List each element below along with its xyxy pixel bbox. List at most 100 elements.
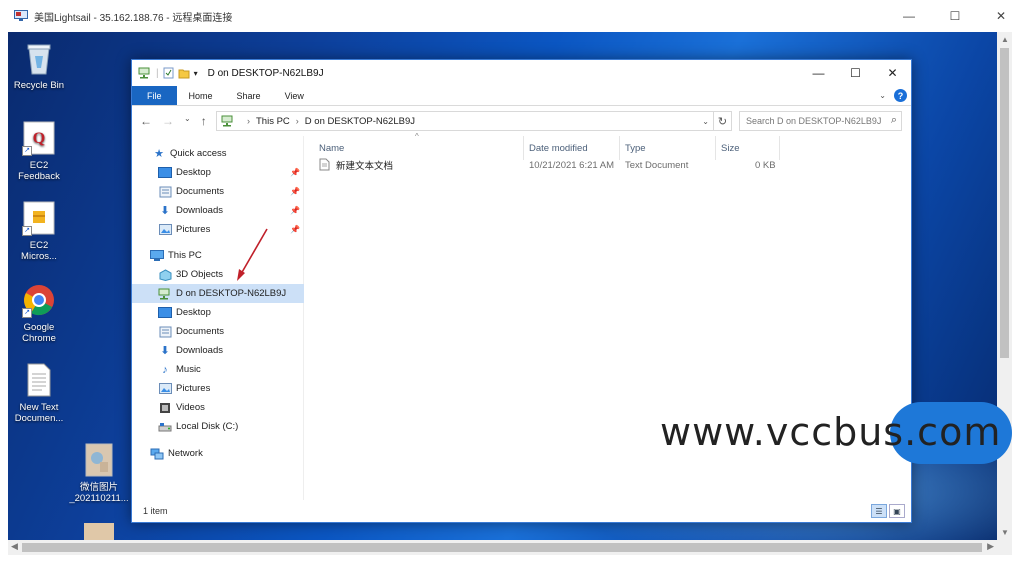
breadcrumb-chevron-icon[interactable]: › xyxy=(296,116,299,126)
rdp-maximize-button[interactable]: ☐ xyxy=(932,0,978,32)
forward-arrow-icon[interactable]: → xyxy=(162,114,174,128)
up-arrow-icon[interactable]: ↑ xyxy=(201,114,207,128)
desktop-icon-label: Recycle Bin xyxy=(13,80,65,91)
desktop-icon-partial[interactable] xyxy=(84,523,114,540)
local-disk-icon xyxy=(158,421,172,433)
nav-label: Documents xyxy=(176,326,225,337)
large-icons-view-icon: ▣ xyxy=(893,506,901,516)
nav-d-on-desktop[interactable]: D on DESKTOP-N62LB9J xyxy=(132,284,304,303)
pin-icon[interactable]: 📌 xyxy=(290,206,300,215)
nav-music[interactable]: ♪ Music xyxy=(132,360,304,379)
desktop-icon-label: 微信图片 xyxy=(79,482,118,493)
explorer-window-title: D on DESKTOP-N62LB9J xyxy=(207,67,324,79)
scroll-left-icon[interactable]: ◀ xyxy=(11,541,18,552)
pin-icon[interactable]: 📌 xyxy=(290,187,300,196)
rdp-minimize-button[interactable]: — xyxy=(886,0,932,32)
explorer-minimize-button[interactable]: — xyxy=(800,60,837,86)
desktop-icon-ec2-feedback[interactable]: Q ↗ EC2 Feedback xyxy=(8,120,70,182)
breadcrumb-chevron-icon[interactable]: › xyxy=(247,116,250,126)
pictures-folder-icon xyxy=(158,224,172,236)
nav-3d-objects[interactable]: 3D Objects xyxy=(132,265,304,284)
nav-label: Pictures xyxy=(176,224,211,235)
qat-dropdown-icon[interactable]: ▾ xyxy=(194,69,198,78)
scroll-down-icon[interactable]: ▼ xyxy=(1001,528,1009,537)
scrollbar-thumb[interactable] xyxy=(22,543,982,552)
nav-quick-pictures[interactable]: Pictures 📌 xyxy=(132,220,304,239)
rdp-horizontal-scrollbar[interactable]: ◀ ▶ xyxy=(8,540,997,555)
nav-label: Downloads xyxy=(176,345,223,356)
rdp-titlebar: 美国Lightsail - 35.162.188.76 - 远程桌面连接 — ☐… xyxy=(0,0,1024,32)
quick-access-toolbar: | ▾ xyxy=(138,67,198,79)
details-view-button[interactable]: ☰ xyxy=(871,504,887,518)
videos-icon xyxy=(158,402,172,414)
nav-this-pc[interactable]: This PC xyxy=(132,246,304,265)
explorer-close-button[interactable]: ✕ xyxy=(874,60,911,86)
refresh-icon: ↻ xyxy=(717,115,728,128)
address-row: ← → ⌄ ↑ › This PC › D on DESKTOP-N62LB9J… xyxy=(132,106,911,136)
rdp-vertical-scrollbar[interactable]: ▲ ▼ xyxy=(997,32,1012,540)
nav-local-disk-c[interactable]: Local Disk (C:) xyxy=(132,417,304,436)
breadcrumb-current[interactable]: D on DESKTOP-N62LB9J xyxy=(305,116,415,127)
scrollbar-thumb[interactable] xyxy=(1000,48,1009,358)
desktop-icon-ec2-micros[interactable]: ↗ EC2 Micros... xyxy=(8,200,70,262)
nav-label: Pictures xyxy=(176,383,211,394)
image-file-icon xyxy=(85,443,113,477)
nav-label: Music xyxy=(176,364,201,375)
table-row[interactable]: 新建文本文档 10/21/2021 6:21 AM Text Document … xyxy=(305,156,911,174)
scroll-right-icon[interactable]: ▶ xyxy=(987,541,994,552)
nav-quick-documents[interactable]: Documents 📌 xyxy=(132,182,304,201)
desktop-icon-label: Feedback xyxy=(18,171,60,182)
pin-icon[interactable]: 📌 xyxy=(290,225,300,234)
nav-quick-downloads[interactable]: ⬇ Downloads 📌 xyxy=(132,201,304,220)
properties-icon[interactable] xyxy=(163,67,174,79)
nav-quick-desktop[interactable]: Desktop 📌 xyxy=(132,163,304,182)
expand-ribbon-icon[interactable]: ⌄ xyxy=(879,91,886,100)
nav-network[interactable]: Network xyxy=(132,444,304,463)
rdp-frame-left xyxy=(0,32,8,562)
desktop-icon-google-chrome[interactable]: ↗ Google Chrome xyxy=(8,282,70,344)
back-arrow-icon[interactable]: ← xyxy=(140,114,152,128)
help-icon[interactable]: ? xyxy=(894,89,907,102)
network-drive-icon xyxy=(158,288,172,300)
refresh-button[interactable]: ↻ xyxy=(714,111,732,131)
search-input[interactable]: Search D on DESKTOP-N62LB9J ⌕ xyxy=(739,111,902,131)
nav-desktop[interactable]: Desktop xyxy=(132,303,304,322)
address-bar[interactable]: › This PC › D on DESKTOP-N62LB9J ⌄ xyxy=(216,111,714,131)
tab-home[interactable]: Home xyxy=(177,86,225,105)
nav-videos[interactable]: Videos xyxy=(132,398,304,417)
watermark-text: www.vccbus.com xyxy=(660,410,1002,454)
shortcut-arrow-icon: ↗ xyxy=(22,226,32,236)
nav-downloads[interactable]: ⬇ Downloads xyxy=(132,341,304,360)
recent-locations-icon[interactable]: ⌄ xyxy=(184,114,191,128)
shortcut-arrow-icon: ↗ xyxy=(22,308,32,318)
nav-quick-access[interactable]: ★ Quick access xyxy=(132,144,304,163)
navigation-pane: ★ Quick access Desktop 📌 Documents 📌 ⬇ D… xyxy=(132,136,304,500)
downloads-arrow-icon: ⬇ xyxy=(160,205,170,217)
address-dropdown-icon[interactable]: ⌄ xyxy=(702,117,709,126)
breadcrumb-this-pc[interactable]: This PC xyxy=(256,116,290,127)
scrollbar-corner xyxy=(997,540,1012,555)
downloads-arrow-icon: ⬇ xyxy=(160,345,170,357)
large-icons-view-button[interactable]: ▣ xyxy=(889,504,905,518)
tab-file[interactable]: File xyxy=(132,86,177,105)
desktop-icon-recycle-bin[interactable]: Recycle Bin xyxy=(8,40,70,91)
nav-documents[interactable]: Documents xyxy=(132,322,304,341)
nav-label: 3D Objects xyxy=(176,269,223,280)
nav-label: Documents xyxy=(176,186,225,197)
tab-view[interactable]: View xyxy=(273,86,316,105)
search-icon[interactable]: ⌕ xyxy=(891,114,897,127)
tab-share[interactable]: Share xyxy=(225,86,273,105)
nav-pictures[interactable]: Pictures xyxy=(132,379,304,398)
file-size: 0 KB xyxy=(755,159,776,171)
scroll-up-icon[interactable]: ▲ xyxy=(1001,35,1009,44)
explorer-maximize-button[interactable]: ☐ xyxy=(837,60,874,86)
star-icon: ★ xyxy=(154,148,164,160)
recycle-bin-icon xyxy=(27,44,51,75)
network-drive-icon[interactable] xyxy=(138,67,152,79)
desktop-icon-wechat-image[interactable]: 微信图片 _202110211... xyxy=(68,442,130,504)
rdp-close-button[interactable]: ✕ xyxy=(978,0,1024,32)
status-bar: 1 item ☰ ▣ xyxy=(132,500,911,522)
desktop-icon-new-text-document[interactable]: New Text Documen... xyxy=(8,362,70,424)
pin-icon[interactable]: 📌 xyxy=(290,168,300,177)
new-folder-icon[interactable] xyxy=(178,67,190,79)
